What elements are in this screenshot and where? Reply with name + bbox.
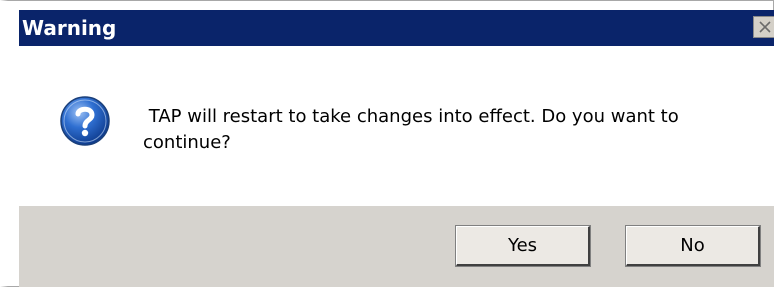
dialog-title: Warning	[22, 16, 117, 40]
yes-button[interactable]: Yes	[455, 225, 591, 267]
warning-dialog: Warning TAP will restart to take changes…	[0, 0, 774, 287]
message-text: TAP will restart to take changes into ef…	[143, 106, 679, 153]
title-bar: Warning	[19, 10, 774, 46]
close-icon	[759, 21, 771, 33]
no-button[interactable]: No	[625, 225, 761, 267]
button-bar: Yes No	[19, 206, 774, 287]
close-button[interactable]	[753, 16, 774, 38]
message-area: TAP will restart to take changes into ef…	[19, 46, 774, 206]
question-icon	[60, 96, 110, 146]
